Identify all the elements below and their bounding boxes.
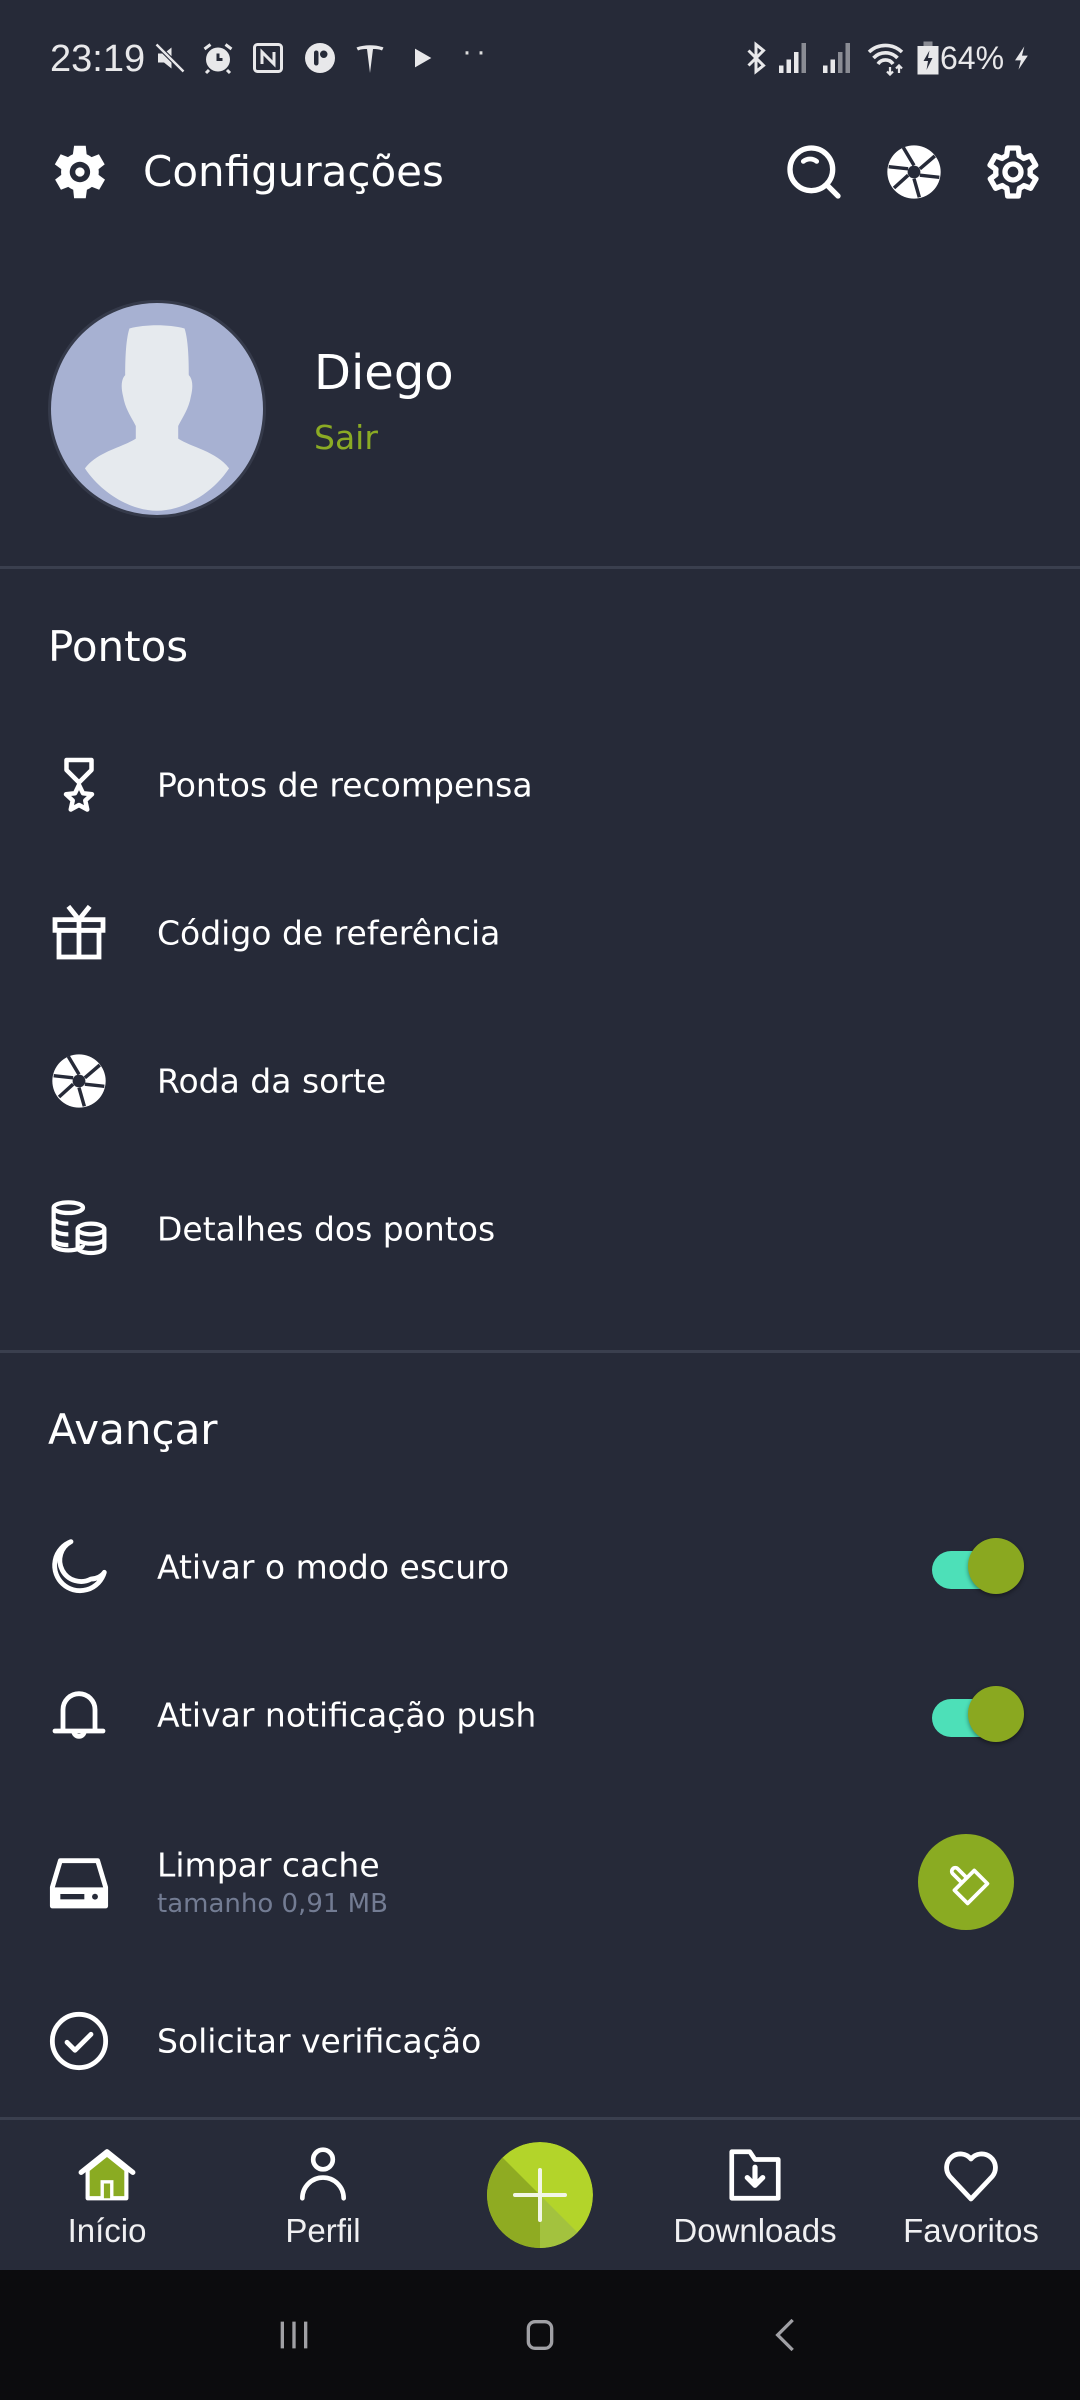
- row-label: Limpar cache: [157, 1845, 380, 1885]
- system-home-button[interactable]: [500, 2300, 580, 2370]
- nav-label: Início: [67, 2212, 147, 2249]
- clear-cache-button[interactable]: [918, 1834, 1014, 1930]
- row-clear-cache: Limpar cache tamanho 0,91 MB: [0, 1812, 1080, 1952]
- recent-apps-button[interactable]: [254, 2300, 334, 2370]
- home-button-icon: [526, 2320, 554, 2350]
- row-lucky-wheel[interactable]: Roda da sorte: [0, 1016, 1080, 1146]
- nav-label: Favoritos: [903, 2212, 1039, 2249]
- nav-item-favorites[interactable]: Favoritos: [871, 2120, 1071, 2270]
- app-notification-icon: [305, 43, 335, 73]
- search-icon: [787, 145, 841, 199]
- coins-icon: [51, 1200, 107, 1256]
- row-label: Detalhes dos pontos: [157, 1209, 496, 1249]
- signal-sim2-icon: [823, 43, 850, 73]
- battery-percent: 64%: [940, 40, 1005, 76]
- aperture-icon: [887, 145, 941, 199]
- cache-size: tamanho 0,91 MB: [157, 1889, 388, 1920]
- push-notification-toggle[interactable]: [932, 1686, 1024, 1744]
- row-label: Código de referência: [157, 913, 501, 953]
- status-bar: 23:19 ·· 64%: [0, 0, 1080, 120]
- divider: [0, 1350, 1080, 1353]
- gear-outline-icon: [987, 145, 1039, 199]
- lucky-wheel-button[interactable]: [879, 137, 949, 207]
- nav-label: Downloads: [673, 2212, 837, 2249]
- row-referral-code[interactable]: Código de referência: [0, 868, 1080, 998]
- signal-sim1-icon: [779, 43, 806, 73]
- nav-label: Perfil: [285, 2212, 361, 2249]
- play-store-icon: [415, 48, 432, 68]
- row-reward-points[interactable]: Pontos de recompensa: [0, 720, 1080, 850]
- app-header: Configurações: [0, 125, 1080, 225]
- hard-drive-icon: [49, 1858, 109, 1909]
- moon-icon: [52, 1539, 107, 1594]
- add-fab-button[interactable]: [487, 2142, 593, 2248]
- bell-icon: [52, 1691, 106, 1739]
- bottom-nav: Início Perfil Downloads Favoritos: [0, 2117, 1080, 2270]
- heart-icon: [944, 2151, 998, 2202]
- nfc-icon: [253, 43, 283, 73]
- section-title-advanced: Avançar: [48, 1405, 218, 1454]
- section-title-points: Pontos: [48, 622, 189, 671]
- row-label: Ativar notificação push: [157, 1695, 537, 1735]
- logout-link[interactable]: Sair: [314, 418, 378, 457]
- row-push-notifications[interactable]: Ativar notificação push: [0, 1650, 1080, 1780]
- tesla-icon: [356, 45, 384, 73]
- row-dark-mode[interactable]: Ativar o modo escuro: [0, 1502, 1080, 1632]
- brush-icon: [949, 1865, 990, 1906]
- page-title: Configurações: [143, 147, 444, 196]
- bluetooth-icon: [747, 41, 766, 75]
- recent-apps-icon: [280, 2321, 308, 2349]
- battery-charging-icon: [917, 41, 939, 75]
- home-icon: [78, 2149, 136, 2201]
- toggle-thumb: [968, 1686, 1024, 1742]
- more-notifications-icon: ··: [462, 35, 490, 68]
- gear-icon: [54, 145, 106, 199]
- settings-button[interactable]: [978, 137, 1048, 207]
- search-button[interactable]: [779, 137, 849, 207]
- dark-mode-toggle[interactable]: [932, 1538, 1024, 1596]
- row-label: Roda da sorte: [157, 1061, 387, 1101]
- mute-icon: [154, 42, 186, 74]
- system-nav-bar: [0, 2270, 1080, 2400]
- profile-name: Diego: [314, 345, 454, 401]
- plus-icon: [487, 2142, 593, 2248]
- avatar[interactable]: [48, 300, 266, 518]
- wifi-icon: [867, 43, 904, 76]
- folder-download-icon: [729, 2149, 781, 2201]
- row-label: Ativar o modo escuro: [157, 1547, 510, 1587]
- divider: [0, 566, 1080, 569]
- toggle-thumb: [968, 1538, 1024, 1594]
- person-icon: [300, 2147, 346, 2201]
- system-back-button[interactable]: [746, 2300, 826, 2370]
- gift-icon: [52, 904, 106, 960]
- status-time: 23:19: [50, 38, 146, 80]
- aperture-icon: [52, 1054, 106, 1108]
- medal-icon: [63, 757, 95, 812]
- row-points-details[interactable]: Detalhes dos pontos: [0, 1164, 1080, 1294]
- row-label: Solicitar verificação: [157, 2021, 482, 2061]
- row-request-verification[interactable]: Solicitar verificação: [0, 1976, 1080, 2106]
- nav-item-downloads[interactable]: Downloads: [655, 2120, 855, 2270]
- alarm-icon: [203, 43, 233, 75]
- row-label: Pontos de recompensa: [157, 765, 533, 805]
- person-silhouette-icon: [84, 325, 230, 511]
- check-circle-icon: [49, 2011, 109, 2071]
- nav-item-home[interactable]: Início: [7, 2120, 207, 2270]
- charging-bolt-icon: [1015, 46, 1028, 70]
- back-icon: [775, 2318, 794, 2352]
- nav-item-profile[interactable]: Perfil: [223, 2120, 423, 2270]
